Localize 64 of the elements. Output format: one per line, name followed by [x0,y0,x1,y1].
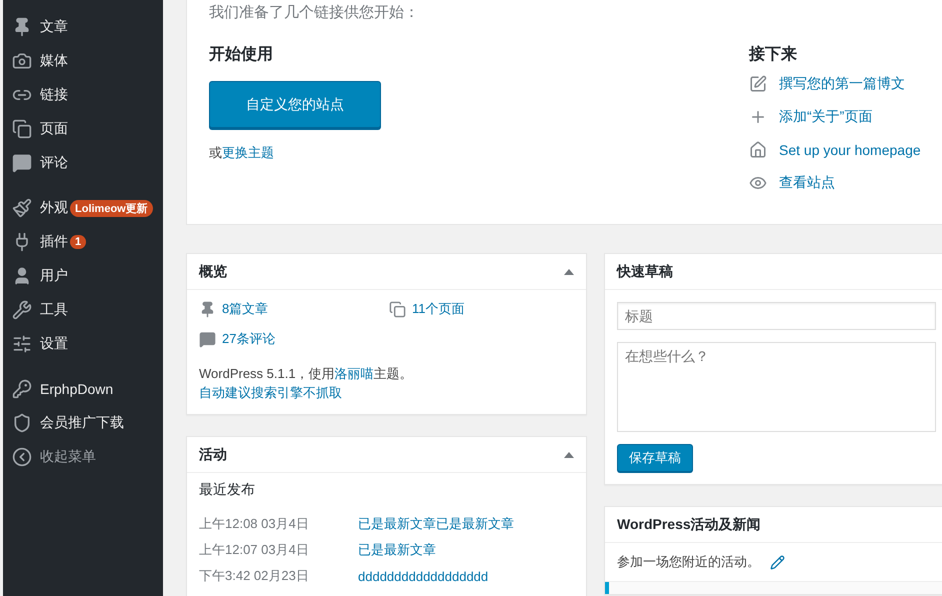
sidebar-item[interactable]: 设置 [3,327,163,361]
activity-subheading: 最近发布 [199,481,256,499]
eye-icon [749,174,767,192]
post-date: 上午12:08 03月4日 [199,515,310,533]
stat-link[interactable]: 27条评论 [222,330,276,348]
next-step-link[interactable]: 添加“关于”页面 [779,108,872,126]
sidebar-item[interactable]: 外观 Lolimeow更新 [3,191,163,225]
collapse-caret-icon[interactable] [564,268,574,274]
post-link[interactable]: 已是最新文章已是最新文章 [358,516,514,531]
post-date: 下午3:42 02月23日 [199,567,310,585]
welcome-intro: 我们准备了几个链接供您开始： [209,3,420,22]
sidebar-item[interactable]: 链接 [3,78,163,112]
sidebar-item[interactable]: 会员推广下载 [3,406,163,440]
paintbrush-icon [12,198,32,218]
section-heading: 接下来 [749,44,798,65]
sidebar-item[interactable]: 工具 [3,293,163,327]
title-field[interactable]: 标题 [617,302,936,330]
key-icon [12,379,32,399]
save-draft-button[interactable]: 保存草稿 [617,444,693,472]
panel-title: 概览 [199,262,227,280]
sidebar-item[interactable]: 媒体 [3,44,163,78]
sidebar-item[interactable]: 文章 [3,10,163,44]
update-badge: Lolimeow更新 [70,200,153,216]
section-heading: 开始使用 [209,45,274,65]
post-link[interactable]: dddddddddddddddddd [358,568,488,584]
sidebar-item[interactable]: 页面 [3,112,163,146]
edit-icon [749,75,767,93]
shield-icon [12,413,32,433]
collapse-caret-icon[interactable] [564,452,574,458]
wrench-icon [12,300,32,320]
speech-bubble-icon [12,153,32,173]
change-theme-link[interactable]: 更换主题 [222,145,274,160]
sidebar-item[interactable]: ErphpDown [3,372,163,406]
next-step-link[interactable]: Set up your homepage [779,142,921,158]
pencil-icon[interactable] [770,554,785,570]
events-text: 参加一场您附近的活动。 [617,553,760,571]
post-date: 上午12:07 03月4日 [199,541,310,559]
panel-title: 快速草稿 [617,262,673,280]
theme-link[interactable]: 洛丽喵 [334,366,374,381]
sidebar-item[interactable]: 用户 [3,259,163,293]
stat-link[interactable]: 8篇文章 [222,300,268,318]
post-link[interactable]: 已是最新文章 [358,542,436,557]
content-field[interactable]: 在想些什么？ [617,342,936,432]
collapse-menu-item[interactable]: 收起菜单 [3,440,163,474]
panel-title: WordPress活动及新闻 [617,516,761,534]
stat-link[interactable]: 11个页面 [412,300,464,318]
camera-icon [12,51,32,71]
sidebar-item[interactable]: 插件 1 [3,225,163,259]
house-icon [749,141,767,159]
panel-title: 活动 [199,446,227,464]
search-engine-link[interactable]: 自动建议搜索引擎不抓取 [199,385,342,400]
pin-icon [199,300,216,318]
version-text: WordPress 5.1.1，使用洛丽喵主题。 [199,365,414,383]
pages-icon [12,119,32,139]
sliders-icon [12,334,32,354]
customize-button[interactable]: 自定义您的站点 [209,81,381,128]
next-step-link[interactable]: 查看站点 [779,174,835,192]
update-badge: 1 [70,235,86,249]
pages-icon [389,300,406,318]
speech-bubble-icon [199,330,216,348]
plus-icon [749,108,767,126]
sidebar-item[interactable]: 评论 [3,146,163,180]
next-step-link[interactable]: 撰写您的第一篇博文 [779,75,905,93]
change-theme-text: 或更换主题 [209,144,275,162]
